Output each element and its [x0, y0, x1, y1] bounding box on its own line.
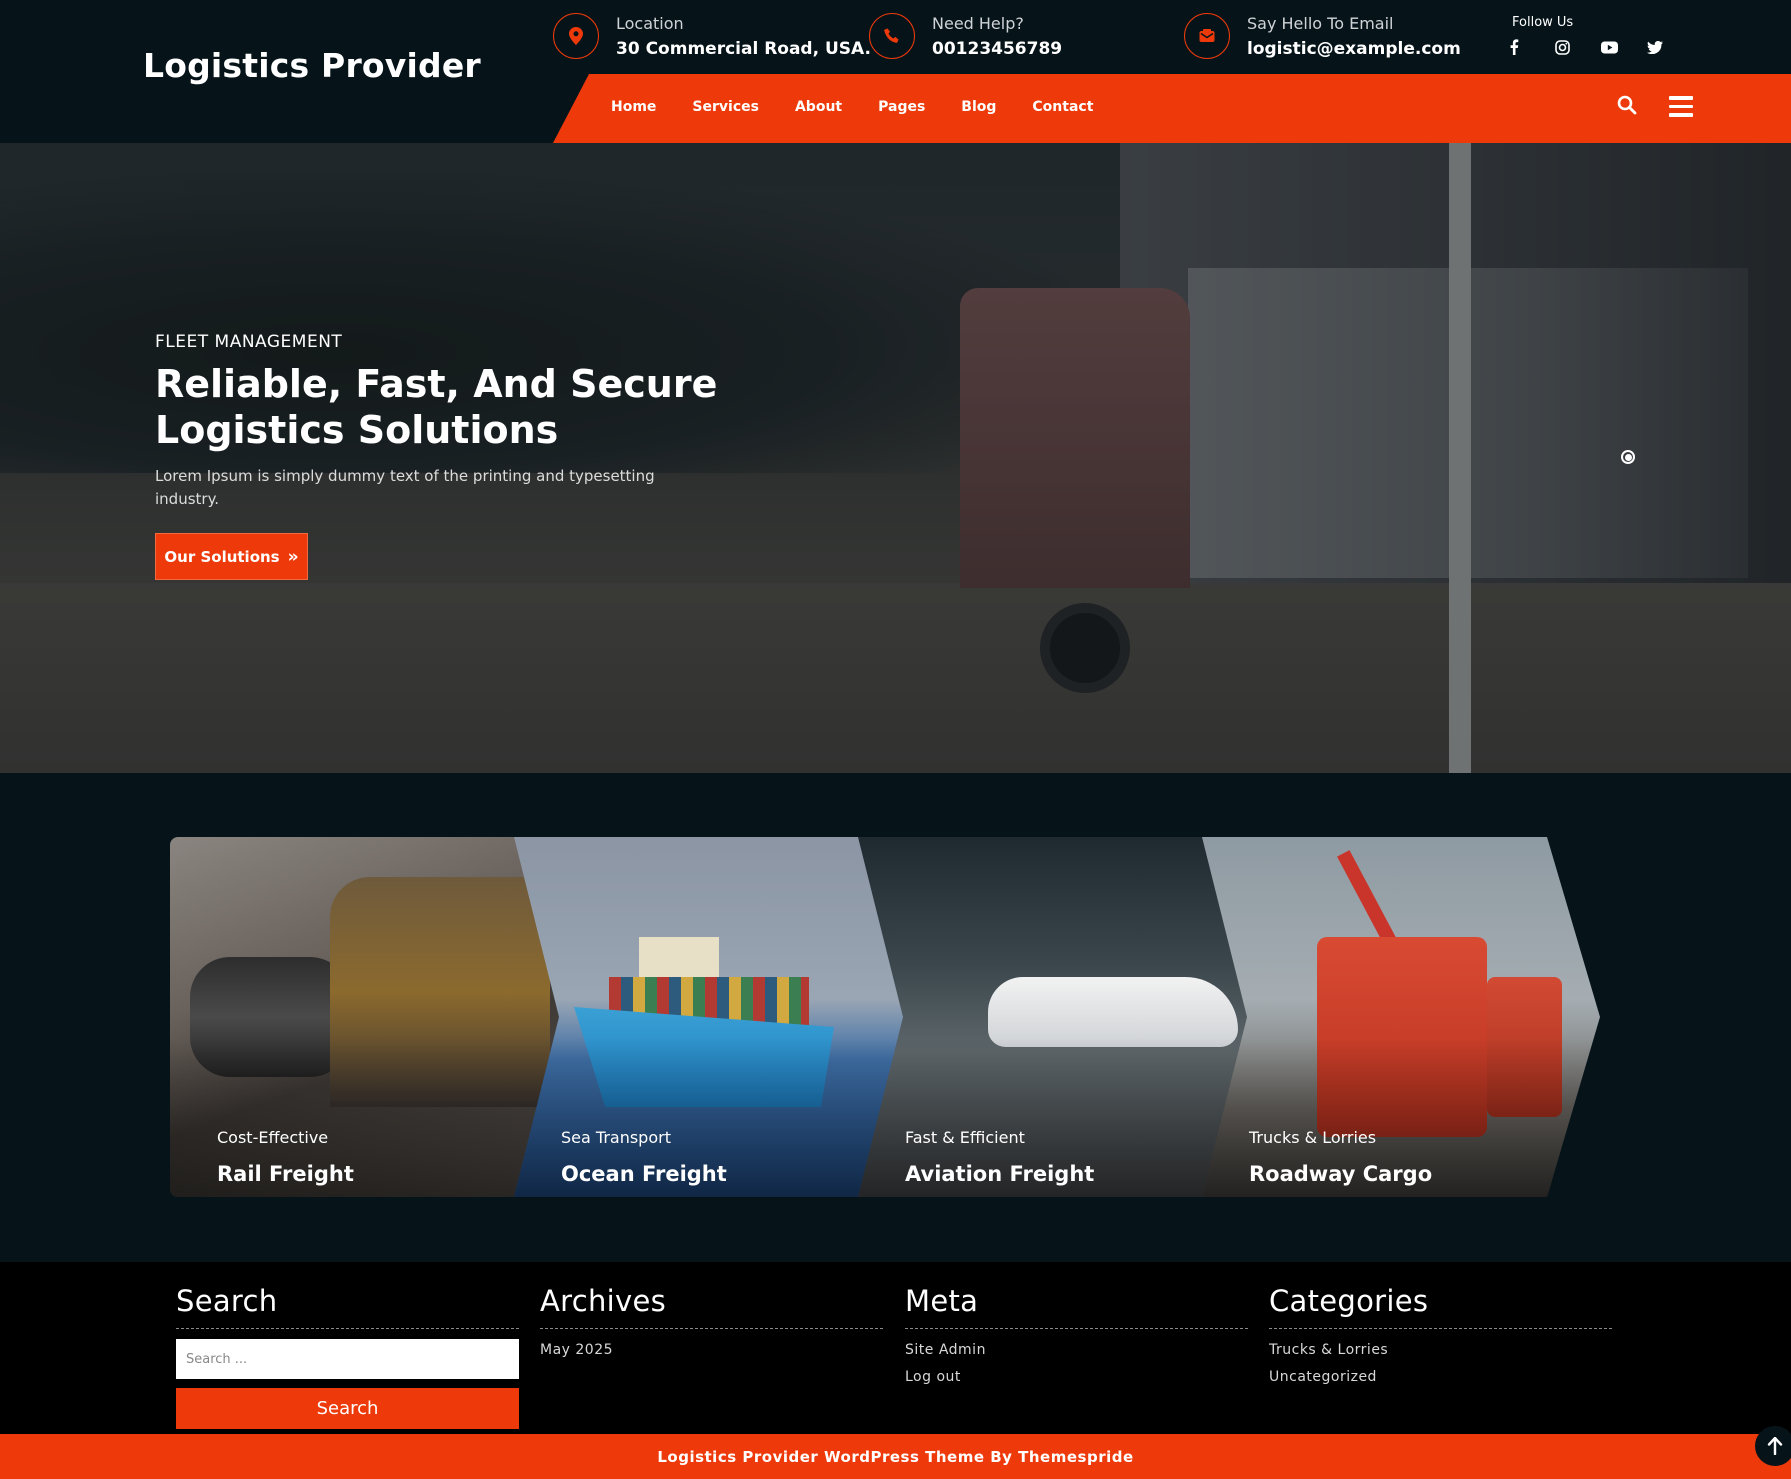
- hero-subtitle: FLEET MANAGEMENT: [155, 332, 343, 352]
- site-logo[interactable]: Logistics Provider: [143, 46, 481, 85]
- search-button[interactable]: Search: [176, 1388, 519, 1429]
- main-navigation: Home Services About Pages Blog Contact: [611, 99, 1129, 115]
- widget-title: Archives: [540, 1284, 883, 1329]
- archive-link[interactable]: May 2025: [540, 1342, 883, 1358]
- service-category: Cost-Effective: [217, 1128, 329, 1147]
- service-name[interactable]: Rail Freight: [217, 1162, 354, 1186]
- location-value: 30 Commercial Road, USA.: [616, 39, 871, 59]
- back-to-top-arrow-icon[interactable]: [1755, 1426, 1791, 1466]
- hero-text: Lorem Ipsum is simply dummy text of the …: [155, 467, 655, 508]
- widget-title: Meta: [905, 1284, 1248, 1329]
- meta-site-admin-link[interactable]: Site Admin: [905, 1342, 1248, 1358]
- archives-widget: Archives May 2025: [540, 1284, 883, 1369]
- service-card-ocean[interactable]: Sea Transport Ocean Freight: [514, 837, 904, 1197]
- our-solutions-button[interactable]: Our Solutions »: [155, 533, 308, 580]
- facebook-icon[interactable]: [1509, 36, 1555, 58]
- help-label: Need Help?: [932, 14, 1024, 33]
- social-links: [1509, 36, 1693, 58]
- meta-widget: Meta Site Admin Log out: [905, 1284, 1248, 1396]
- search-widget: Search Search: [176, 1284, 519, 1429]
- envelope-icon: [1184, 13, 1230, 59]
- hamburger-menu-icon[interactable]: [1669, 96, 1693, 117]
- hero-slider: FLEET MANAGEMENT Reliable, Fast, And Sec…: [0, 143, 1791, 773]
- slider-dot[interactable]: [1621, 450, 1635, 464]
- nav-about[interactable]: About: [795, 99, 842, 115]
- contact-location: Location 30 Commercial Road, USA.: [553, 12, 871, 59]
- nav-home[interactable]: Home: [611, 99, 656, 115]
- category-link[interactable]: Trucks & Lorries: [1269, 1342, 1612, 1358]
- search-input[interactable]: [176, 1339, 519, 1379]
- email-value[interactable]: logistic@example.com: [1247, 39, 1461, 59]
- contact-email: Say Hello To Email logistic@example.com: [1184, 12, 1461, 59]
- hero-overlay: [0, 143, 1791, 773]
- categories-widget: Categories Trucks & Lorries Uncategorize…: [1269, 1284, 1612, 1396]
- help-phone-value[interactable]: 00123456789: [932, 39, 1062, 59]
- service-category: Fast & Efficient: [905, 1128, 1025, 1147]
- site-header: Logistics Provider Location 30 Commercia…: [0, 0, 1791, 143]
- cta-label: Our Solutions: [164, 547, 280, 566]
- service-name[interactable]: Ocean Freight: [561, 1162, 727, 1186]
- meta-log-out-link[interactable]: Log out: [905, 1369, 1248, 1385]
- category-link[interactable]: Uncategorized: [1269, 1369, 1612, 1385]
- service-card-rail[interactable]: Cost-Effective Rail Freight: [170, 837, 560, 1197]
- footer-widgets: Search Search Archives May 2025 Meta Sit…: [0, 1262, 1791, 1434]
- service-name[interactable]: Aviation Freight: [905, 1162, 1094, 1186]
- map-pin-icon: [553, 13, 599, 59]
- email-label: Say Hello To Email: [1247, 14, 1394, 33]
- double-chevron-right-icon: »: [287, 546, 299, 567]
- nav-blog[interactable]: Blog: [961, 99, 996, 115]
- nav-contact[interactable]: Contact: [1032, 99, 1093, 115]
- phone-icon: [869, 13, 915, 59]
- nav-services[interactable]: Services: [692, 99, 759, 115]
- instagram-icon[interactable]: [1555, 36, 1601, 58]
- location-label: Location: [616, 14, 684, 33]
- copyright-bar: Logistics Provider WordPress Theme By Th…: [0, 1434, 1791, 1479]
- twitter-icon[interactable]: [1647, 36, 1693, 58]
- service-name[interactable]: Roadway Cargo: [1249, 1162, 1432, 1186]
- copyright-text[interactable]: Logistics Provider WordPress Theme By Th…: [657, 1448, 1133, 1466]
- widget-title: Categories: [1269, 1284, 1612, 1329]
- contact-phone: Need Help? 00123456789: [869, 12, 1062, 59]
- search-icon[interactable]: [1617, 95, 1639, 117]
- service-category: Trucks & Lorries: [1249, 1128, 1377, 1147]
- widget-title: Search: [176, 1284, 519, 1329]
- nav-pages[interactable]: Pages: [878, 99, 925, 115]
- follow-us-label: Follow Us: [1512, 15, 1574, 30]
- service-category: Sea Transport: [561, 1128, 671, 1147]
- hero-title: Reliable, Fast, And Secure Logistics Sol…: [155, 362, 718, 452]
- service-card-roadway[interactable]: Trucks & Lorries Roadway Cargo: [1202, 837, 1600, 1197]
- services-section: Cost-Effective Rail Freight Sea Transpor…: [170, 837, 1600, 1197]
- youtube-icon[interactable]: [1601, 36, 1647, 58]
- service-card-aviation[interactable]: Fast & Efficient Aviation Freight: [858, 837, 1248, 1197]
